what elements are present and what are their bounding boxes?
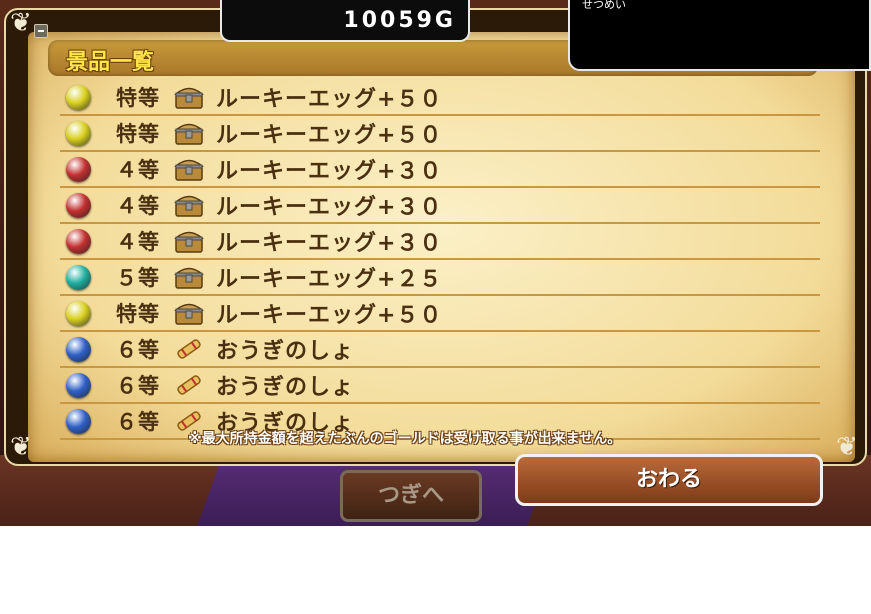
scroll-icon	[174, 335, 204, 363]
explanation-label: せつめい	[582, 0, 626, 11]
prize-row: 特等 ルーキーエッグ+５０	[60, 296, 820, 332]
rank-orb-icon	[66, 373, 91, 398]
treasure-chest-icon	[173, 299, 205, 327]
rank-orb-icon	[66, 193, 91, 218]
prize-name: ルーキーエッグ+２５	[216, 267, 443, 292]
end-button[interactable]: おわる	[515, 454, 823, 506]
prize-name: ルーキーエッグ+３０	[216, 195, 443, 220]
rank-orb-icon	[66, 337, 91, 362]
rank-orb-icon	[66, 229, 91, 254]
rank-orb-icon	[66, 121, 91, 146]
prize-row: ４等 ルーキーエッグ+３０	[60, 188, 820, 224]
treasure-chest-icon	[173, 119, 205, 147]
prize-rank: ４等	[116, 194, 160, 218]
prize-rank: ６等	[116, 338, 160, 362]
prize-rank: ５等	[116, 266, 160, 290]
corner-ornament-icon: ❦	[10, 8, 32, 38]
prize-row: ６等 おうぎのしょ	[60, 368, 820, 404]
prize-rank: ６等	[116, 410, 160, 434]
prize-row: ４等 ルーキーエッグ+３０	[60, 224, 820, 260]
game-scene: ❦ ❦ ❦ ❦ 景品一覧 特等ルーキーエッグ+５０特等ルーキーエッグ+５０４等ル…	[0, 0, 871, 526]
prize-row: ４等 ルーキーエッグ+３０	[60, 152, 820, 188]
corner-ornament-icon: ❦	[836, 432, 858, 462]
prize-list: 特等 ルーキーエッグ+５０ 特等 ルーキーエッグ+５０ ４等 ルーキーエッグ+３０ ４等 ルー…	[60, 80, 820, 440]
explanation-box: せつめい	[568, 0, 871, 71]
treasure-chest-icon	[173, 191, 205, 219]
prize-name: ルーキーエッグ+３０	[216, 159, 443, 184]
prize-row: 特等 ルーキーエッグ+５０	[60, 80, 820, 116]
rank-orb-icon	[66, 409, 91, 434]
prize-row: ５等 ルーキーエッグ+２５	[60, 260, 820, 296]
treasure-chest-icon	[173, 263, 205, 291]
prize-row: 特等 ルーキーエッグ+５０	[60, 116, 820, 152]
treasure-chest-icon	[173, 83, 205, 111]
minimize-button[interactable]	[34, 24, 48, 38]
rank-orb-icon	[66, 301, 91, 326]
prize-rank: ４等	[116, 230, 160, 254]
gold-display: 10059G	[220, 0, 470, 42]
prize-rank: 特等	[116, 86, 160, 110]
prize-rank: 特等	[116, 302, 160, 326]
prize-name: おうぎのしょ	[216, 339, 355, 364]
treasure-chest-icon	[173, 227, 205, 255]
prize-row: ６等 おうぎのしょ	[60, 332, 820, 368]
scroll-icon	[174, 371, 204, 399]
gold-limit-note: ※最大所持金額を超えたぶんのゴールドは受け取る事が出来ません。	[188, 431, 622, 447]
treasure-chest-icon	[173, 155, 205, 183]
prize-name: ルーキーエッグ+５０	[216, 123, 443, 148]
rank-orb-icon	[66, 85, 91, 110]
page-title: 景品一覧	[66, 50, 155, 75]
prize-rank: ６等	[116, 374, 160, 398]
rank-orb-icon	[66, 265, 91, 290]
prize-name: おうぎのしょ	[216, 375, 355, 400]
next-button[interactable]: つぎへ	[340, 470, 482, 522]
prize-name: ルーキーエッグ+５０	[216, 303, 443, 328]
prize-name: ルーキーエッグ+５０	[216, 87, 443, 112]
prize-rank: 特等	[116, 122, 160, 146]
prize-name: ルーキーエッグ+３０	[216, 231, 443, 256]
rank-orb-icon	[66, 157, 91, 182]
corner-ornament-icon: ❦	[10, 432, 32, 462]
prize-rank: ４等	[116, 158, 160, 182]
